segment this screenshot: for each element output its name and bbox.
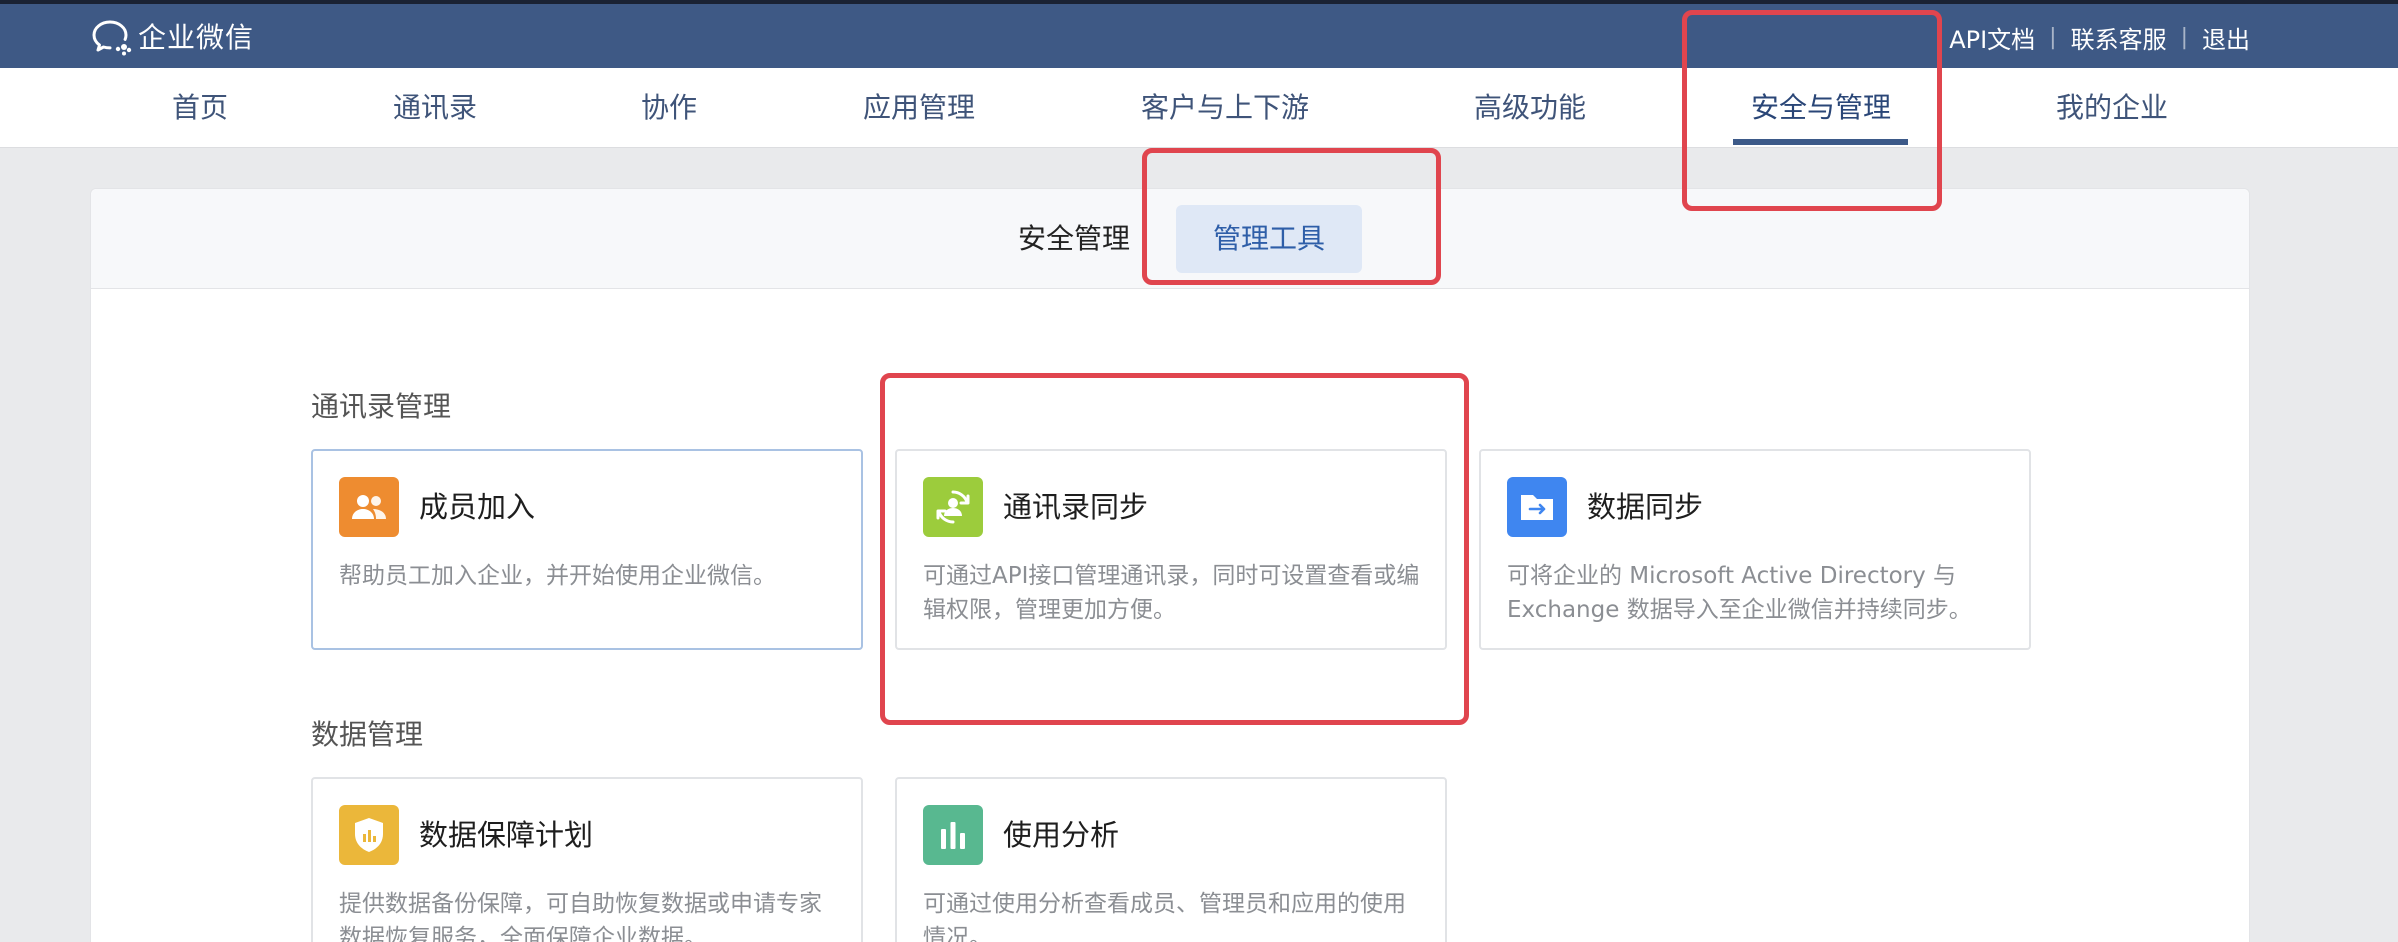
tile-description: 可通过API接口管理通讯录，同时可设置查看或编辑权限，管理更加方便。 <box>923 563 1420 623</box>
logo[interactable]: 企业微信 <box>88 16 254 56</box>
tile-data-protection-plan[interactable]: 数据保障计划 提供数据备份保障，可自助恢复数据或申请专家数据恢复服务，全面保障企… <box>311 777 863 942</box>
nav-item-customers[interactable]: 客户与上下游 <box>1141 68 1309 148</box>
subtab-security[interactable]: 安全管理 <box>1000 205 1148 273</box>
nav-item-security-management[interactable]: 安全与管理 <box>1751 68 1891 148</box>
top-bar: 企业微信 API文档 | 联系客服 | 退出 <box>0 0 2398 68</box>
tile-description: 帮助员工加入企业，并开始使用企业微信。 <box>339 563 776 589</box>
contact-support-link[interactable]: 联系客服 <box>2071 20 2167 55</box>
nav-item-home[interactable]: 首页 <box>172 68 228 148</box>
tile-usage-analytics[interactable]: 使用分析 可通过使用分析查看成员、管理员和应用的使用情况。 <box>895 777 1447 942</box>
tile-description: 提供数据备份保障，可自助恢复数据或申请专家数据恢复服务，全面保障企业数据。 <box>339 891 822 942</box>
app-name: 企业微信 <box>138 21 255 54</box>
tile-title: 使用分析 <box>1003 818 1120 852</box>
folder-sync-icon <box>1507 477 1567 537</box>
nav-item-contacts[interactable]: 通讯录 <box>393 68 477 148</box>
main-nav: 首页 通讯录 协作 应用管理 客户与上下游 高级功能 安全与管理 我的企业 <box>0 68 2398 148</box>
tile-member-join[interactable]: 成员加入 帮助员工加入企业，并开始使用企业微信。 <box>311 449 863 650</box>
tile-description: 可将企业的 Microsoft Active Directory 与 Excha… <box>1507 563 1972 623</box>
nav-item-my-enterprise[interactable]: 我的企业 <box>2056 68 2168 148</box>
top-links: API文档 | 联系客服 | 退出 <box>1949 18 2250 56</box>
shield-chart-icon <box>339 805 399 865</box>
tile-title: 成员加入 <box>419 490 536 524</box>
wecom-logo-icon <box>92 20 132 56</box>
members-icon <box>339 477 399 537</box>
logout-link[interactable]: 退出 <box>2202 20 2250 55</box>
subtab-bar: 安全管理 管理工具 <box>91 189 2249 289</box>
section-title-data-management: 数据管理 <box>311 718 424 751</box>
bar-chart-icon <box>923 805 983 865</box>
nav-item-app-management[interactable]: 应用管理 <box>863 68 975 148</box>
separator: | <box>2180 24 2188 50</box>
page: 企业微信 API文档 | 联系客服 | 退出 首页 通讯录 协作 应用管理 客户… <box>0 0 2398 942</box>
content-card: 安全管理 管理工具 通讯录管理 成员加入 帮助员工加入企业，并开始使用企业微信。 <box>90 188 2250 942</box>
separator: | <box>2049 24 2057 50</box>
active-nav-indicator <box>1733 139 1908 145</box>
tile-description: 可通过使用分析查看成员、管理员和应用的使用情况。 <box>923 891 1406 942</box>
tile-title: 数据保障计划 <box>419 818 594 852</box>
tile-data-sync[interactable]: 数据同步 可将企业的 Microsoft Active Directory 与 … <box>1479 449 2031 650</box>
tile-contacts-sync[interactable]: 通讯录同步 可通过API接口管理通讯录，同时可设置查看或编辑权限，管理更加方便。 <box>895 449 1447 650</box>
nav-item-collaboration[interactable]: 协作 <box>641 68 697 148</box>
nav-item-advanced[interactable]: 高级功能 <box>1474 68 1586 148</box>
api-docs-link[interactable]: API文档 <box>1949 20 2035 55</box>
tile-title: 数据同步 <box>1587 490 1704 524</box>
sync-contacts-icon <box>923 477 983 537</box>
section-title-contacts-management: 通讯录管理 <box>311 390 452 423</box>
tile-title: 通讯录同步 <box>1003 490 1149 524</box>
subtab-management-tools[interactable]: 管理工具 <box>1176 205 1363 273</box>
